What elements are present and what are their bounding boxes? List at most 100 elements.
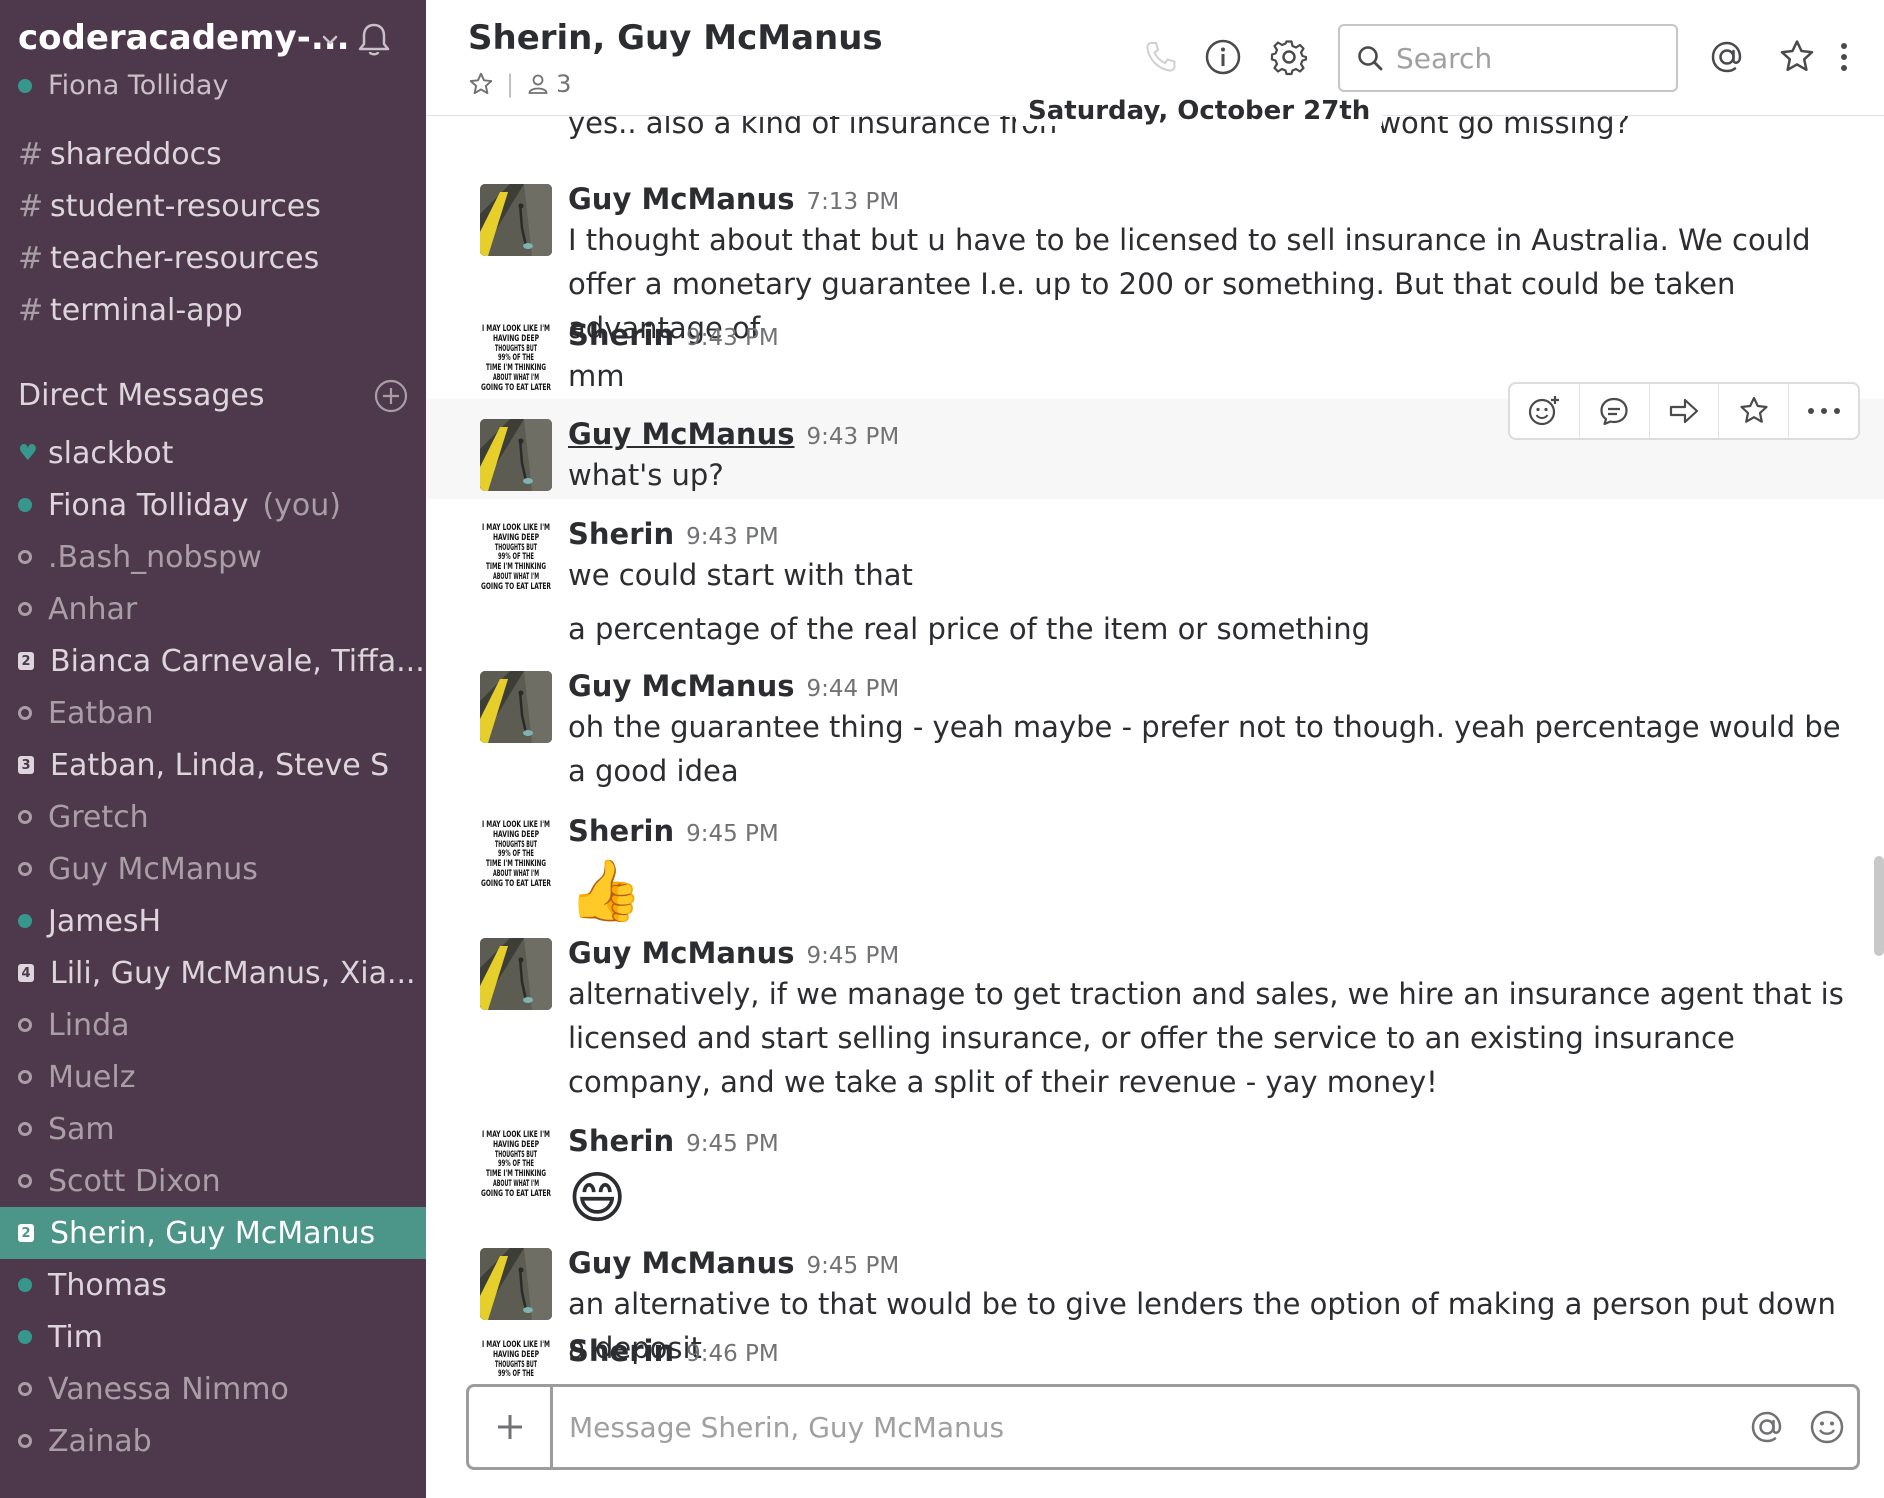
more-vertical-icon[interactable]: [1828, 38, 1860, 76]
chevron-down-icon[interactable]: [318, 28, 342, 52]
avatar[interactable]: I MAY LOOK LIKE I'M HAVING DEEP THOUGHTS B…: [480, 1128, 552, 1200]
sidebar-dm-item[interactable]: Fiona Tolliday (you): [0, 479, 426, 531]
phone-icon[interactable]: [1142, 38, 1180, 76]
emoji-button[interactable]: [1797, 1387, 1857, 1467]
message-timestamp[interactable]: 9:45 PM: [806, 943, 899, 969]
message-timestamp[interactable]: 9:44 PM: [806, 676, 899, 702]
message-item[interactable]: Guy McManus 9:45 PM alternatively, if we m…: [426, 918, 1884, 1099]
message-item[interactable]: I MAY LOOK LIKE I'M HAVING DEEP THOUGHTS B…: [426, 1316, 1884, 1378]
sidebar-dm-item[interactable]: 2 Bianca Carnevale, Tiffa...: [0, 635, 426, 687]
message-author[interactable]: Sherin: [568, 1334, 674, 1368]
presence-away-icon: [18, 1382, 32, 1396]
message-author[interactable]: Sherin: [568, 1124, 674, 1158]
message-author[interactable]: Guy McManus: [568, 182, 794, 216]
sidebar-dm-item[interactable]: ♥ slackbot: [0, 427, 426, 479]
presence-away-icon: [18, 602, 32, 616]
sidebar-item-shareddocs[interactable]: # shareddocs: [0, 128, 426, 180]
team-name[interactable]: coderacademy-...: [18, 18, 350, 58]
avatar[interactable]: [480, 938, 552, 1010]
emoji-message: 👍: [568, 856, 643, 926]
add-reaction-button[interactable]: [1510, 384, 1580, 438]
sidebar-dm-item[interactable]: Eatban: [0, 687, 426, 739]
message-timestamp[interactable]: 9:46 PM: [686, 1341, 779, 1367]
sidebar-dm-item[interactable]: Vanessa Nimmo: [0, 1363, 426, 1415]
avatar[interactable]: I MAY LOOK LIKE I'M HAVING DEEP THOUGHTS B…: [480, 322, 552, 394]
hash-icon: #: [18, 188, 44, 224]
sidebar-dm-item[interactable]: Sam: [0, 1103, 426, 1155]
message-author[interactable]: Sherin: [568, 517, 674, 551]
message-timestamp[interactable]: 7:13 PM: [806, 189, 899, 215]
star-icon[interactable]: [468, 71, 494, 97]
message-item[interactable]: I MAY LOOK LIKE I'M HAVING DEEP THOUGHTS B…: [426, 499, 1884, 649]
add-circle-icon[interactable]: [374, 379, 408, 413]
sidebar-dm-item[interactable]: Scott Dixon: [0, 1155, 426, 1207]
avatar[interactable]: [480, 671, 552, 743]
page-title[interactable]: Sherin, Guy McManus: [468, 18, 883, 58]
message-author[interactable]: Guy McManus: [568, 417, 794, 451]
member-count[interactable]: 3: [556, 70, 571, 98]
avatar[interactable]: I MAY LOOK LIKE I'M HAVING DEEP THOUGHTS B…: [480, 1338, 552, 1378]
sidebar-dm-item[interactable]: Guy McManus: [0, 843, 426, 895]
message-item[interactable]: Guy McManus 9:44 PM oh the guarantee thing…: [426, 651, 1884, 788]
avatar[interactable]: [480, 1248, 552, 1320]
mention-button[interactable]: [1737, 1387, 1797, 1467]
dm-label: Muelz: [48, 1059, 136, 1095]
search-input[interactable]: [1396, 41, 1656, 75]
more-actions-button[interactable]: [1789, 384, 1858, 438]
search-box[interactable]: [1338, 24, 1678, 92]
message-author[interactable]: Guy McManus: [568, 669, 794, 703]
message-author[interactable]: Sherin: [568, 814, 674, 848]
message-author[interactable]: Guy McManus: [568, 1246, 794, 1280]
sidebar-dm-item[interactable]: 4 Lili, Guy McManus, Xia...: [0, 947, 426, 999]
svg-text:GOING TO EAT LATER: GOING TO EAT LATER: [481, 383, 551, 393]
message-author[interactable]: Sherin: [568, 318, 674, 352]
message-timestamp[interactable]: 9:45 PM: [686, 821, 779, 847]
share-message-button[interactable]: [1650, 384, 1720, 438]
star-icon[interactable]: [1778, 38, 1816, 76]
sidebar-dm-item[interactable]: JamesH: [0, 895, 426, 947]
star-message-button[interactable]: [1719, 384, 1790, 438]
sidebar-dm-item[interactable]: Anhar: [0, 583, 426, 635]
sidebar-item-teacher-resources[interactable]: # teacher-resources: [0, 232, 426, 284]
sidebar-dm-item[interactable]: .Bash_nobspw: [0, 531, 426, 583]
avatar[interactable]: [480, 419, 552, 491]
team-header[interactable]: coderacademy-... Fiona Tolliday: [0, 0, 426, 112]
sidebar-dm-item[interactable]: Zainab: [0, 1415, 426, 1467]
current-user[interactable]: Fiona Tolliday: [18, 70, 228, 101]
message-input[interactable]: [553, 1387, 1737, 1467]
message-timestamp[interactable]: 9:45 PM: [806, 1253, 899, 1279]
message-item[interactable]: I MAY LOOK LIKE I'M HAVING DEEP THOUGHTS B…: [426, 1106, 1884, 1231]
svg-text:TIME I'M THINKING: TIME I'M THINKING: [486, 1169, 546, 1179]
member-icon[interactable]: [526, 72, 550, 96]
sidebar-dm-item[interactable]: Muelz: [0, 1051, 426, 1103]
gear-icon[interactable]: [1270, 38, 1308, 76]
message-item[interactable]: I MAY LOOK LIKE I'M HAVING DEEP THOUGHTS B…: [426, 300, 1884, 394]
message-timestamp[interactable]: 9:43 PM: [686, 524, 779, 550]
sidebar-dm-item[interactable]: 2 Sherin, Guy McManus: [0, 1207, 426, 1259]
start-thread-button[interactable]: [1580, 384, 1650, 438]
avatar[interactable]: [480, 184, 552, 256]
sidebar-dm-item[interactable]: Linda: [0, 999, 426, 1051]
direct-messages-header[interactable]: Direct Messages: [18, 378, 408, 413]
attach-button[interactable]: [469, 1387, 553, 1467]
sidebar-dm-item[interactable]: Thomas: [0, 1259, 426, 1311]
message-item[interactable]: I MAY LOOK LIKE I'M HAVING DEEP THOUGHTS B…: [426, 796, 1884, 926]
sidebar-item-terminal-app[interactable]: # terminal-app: [0, 284, 426, 336]
avatar[interactable]: I MAY LOOK LIKE I'M HAVING DEEP THOUGHTS B…: [480, 818, 552, 890]
message-timestamp[interactable]: 9:43 PM: [686, 325, 779, 351]
main-pane: Sherin, Guy McManus | 3 Search Saturday,…: [426, 0, 1884, 1498]
mentions-icon[interactable]: [1708, 38, 1746, 76]
message-item[interactable]: Guy McManus 9:45 PM an alternative to that…: [426, 1228, 1884, 1365]
message-item[interactable]: Guy McManus 7:13 PM I thought about that b…: [426, 164, 1884, 345]
avatar[interactable]: I MAY LOOK LIKE I'M HAVING DEEP THOUGHTS B…: [480, 521, 552, 593]
sidebar-dm-item[interactable]: Tim: [0, 1311, 426, 1363]
info-icon[interactable]: [1204, 38, 1242, 76]
sidebar-dm-item[interactable]: 3 Eatban, Linda, Steve S: [0, 739, 426, 791]
sidebar-item-student-resources[interactable]: # student-resources: [0, 180, 426, 232]
message-timestamp[interactable]: 9:45 PM: [686, 1131, 779, 1157]
scrollbar[interactable]: [1874, 856, 1884, 956]
sidebar-dm-item[interactable]: Gretch: [0, 791, 426, 843]
message-author[interactable]: Guy McManus: [568, 936, 794, 970]
bell-icon[interactable]: [354, 20, 394, 60]
message-timestamp[interactable]: 9:43 PM: [806, 424, 899, 450]
